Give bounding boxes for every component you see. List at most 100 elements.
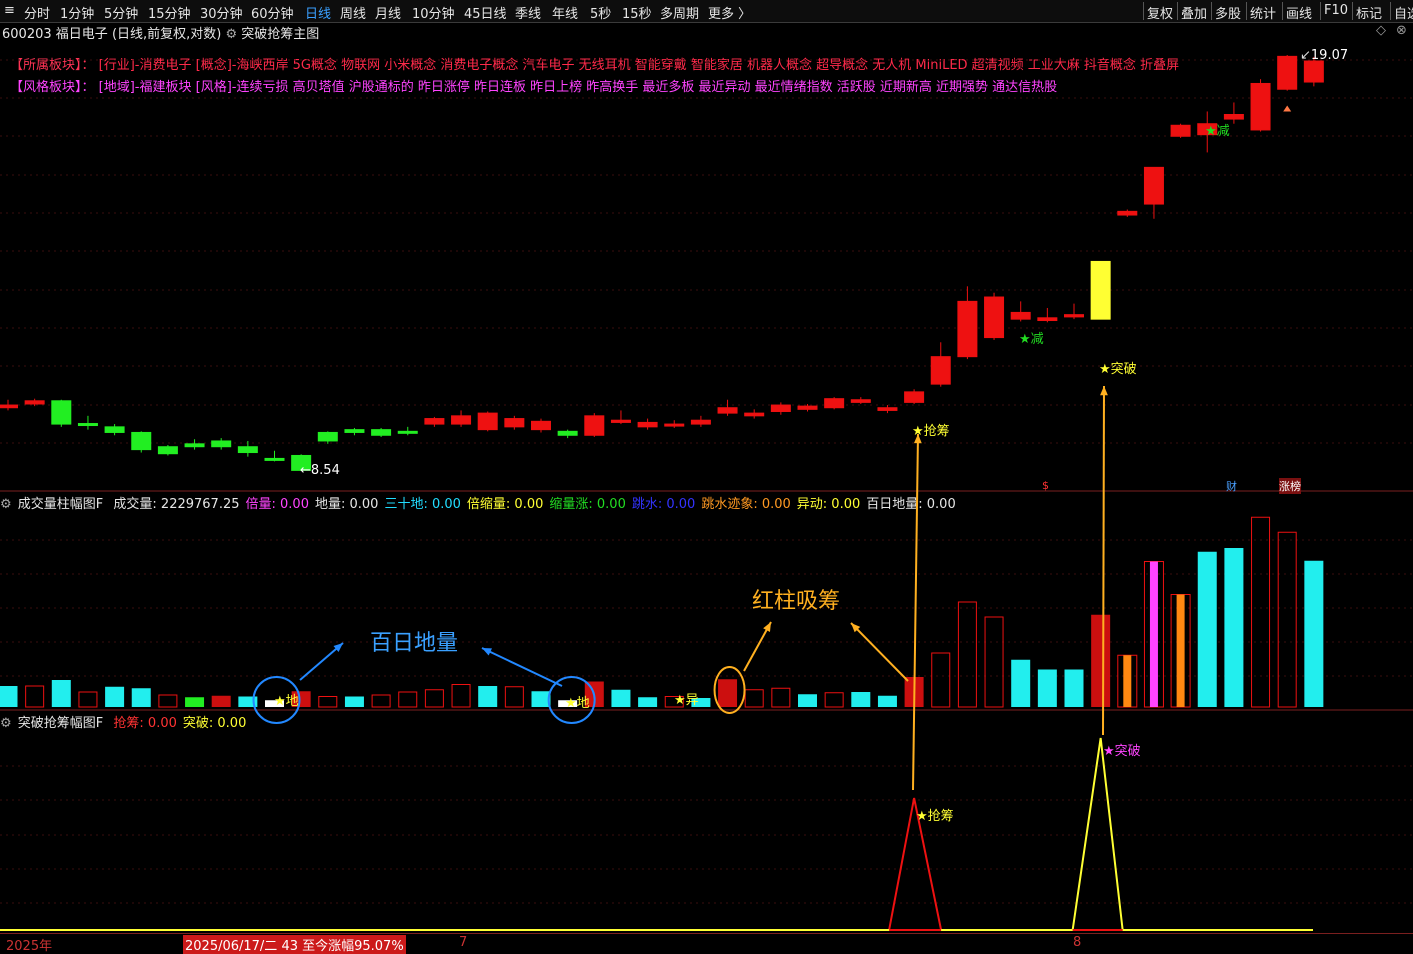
arrow [850,622,909,682]
candle-body [317,431,338,442]
tag-yi: ★异 [674,693,699,708]
volume-bar [105,686,125,707]
candle-body [264,457,285,461]
candle-body [584,415,605,436]
volume-bar [424,689,444,708]
candle-body [77,423,98,427]
arrow [1102,385,1105,736]
candle-body [930,356,951,385]
volume-bar [1011,659,1031,707]
annotation-hongzhu-xichou: 红柱吸筹 [752,589,841,614]
candle-body [371,429,392,436]
candle-body [51,400,72,425]
signal-qiangchou-main: ★抢筹 [912,424,950,439]
candle-body [824,398,845,409]
candle-body [184,443,205,448]
volume-bar [1224,548,1244,707]
candle-body [131,431,152,451]
tag-di-1: ★地 [274,694,299,709]
volume-bar-inner [1123,655,1132,707]
tag-di-2: ★地 [565,696,590,711]
candle-body [850,399,871,403]
peak-label-tupo: ★突破 [1103,744,1141,759]
candle-body [797,405,818,410]
volume-bar [1304,560,1324,707]
status-date-info: 2025/06/17/二 43 至今涨幅95.07% [183,935,406,954]
volume-bar [611,689,631,707]
status-month-7: 7 [459,935,468,950]
arrow [481,647,563,687]
candle-body [104,426,125,433]
candle-body [557,430,578,436]
candle-body [877,407,898,411]
signal-jian-1: ★减 [1019,332,1044,347]
volume-bar [398,691,418,708]
candle-body [1277,55,1298,90]
peak-label-qiangchou: ★抢筹 [916,809,954,824]
candle-body [664,423,685,427]
volume-bar [185,697,205,707]
volume-bar-inner [1176,594,1185,707]
volume-bar [957,601,977,708]
candle-body [1143,166,1164,205]
candle-body [344,429,365,433]
candle-body [504,418,525,428]
candle-body [717,407,738,414]
candle-body [690,419,711,425]
volume-bar [504,686,524,708]
volume-bar [1064,669,1084,707]
candle-body [770,404,791,412]
volume-bar [771,687,791,708]
volume-bar [851,692,871,707]
volume-bar [211,695,231,707]
candle-body [984,296,1005,339]
volume-bar [478,686,498,707]
finance-marker[interactable]: 财 [1226,478,1237,494]
candle-body [24,400,45,405]
volume-bar [0,686,18,707]
candle-body [157,446,178,455]
candle-body [1090,260,1111,320]
candle-body [1170,124,1191,137]
volume-bar [158,694,178,708]
candle-body [477,412,498,431]
high-price-label: ↙19.07 [1300,48,1349,63]
kline-chart[interactable] [0,0,1413,951]
volume-bar [51,680,71,707]
low-price-label: ←8.54 [300,463,340,478]
volume-bar [451,684,471,708]
candle-body [0,404,18,409]
volume-bar [25,685,45,708]
candle-body [744,412,765,417]
zhangbang-marker[interactable]: 涨榜 [1279,478,1301,494]
candle-body [1250,82,1271,131]
signal-tupo-main: ★突破 [1099,362,1137,377]
status-month-8: 8 [1073,935,1082,950]
volume-bar [824,692,844,708]
arrow [912,433,919,791]
tupo-peak [1071,737,1124,931]
candle-body [237,446,258,454]
volume-bar [371,694,391,708]
volume-bar [531,691,551,707]
volume-bar-inner [1149,561,1158,707]
volume-bar [931,652,951,708]
dollar-marker[interactable]: $ [1042,479,1049,492]
annotation-bairi-diliang: 百日地量 [370,631,459,656]
candle-body [904,391,925,403]
volume-bar [984,616,1004,708]
arrow-head [1100,386,1108,396]
candle-body [1303,60,1324,83]
volume-bar [1197,551,1217,707]
candle-body [211,440,232,448]
volume-bar [344,696,364,707]
status-year: 2025年 [6,939,53,954]
volume-bar [1091,614,1111,707]
candle-body [531,420,551,431]
volume-bar [638,697,658,707]
up-arrow-icon [1283,105,1292,112]
candle-body [397,430,418,434]
candle-body [957,300,978,358]
volume-bar [718,679,738,707]
candle-body [424,418,445,425]
